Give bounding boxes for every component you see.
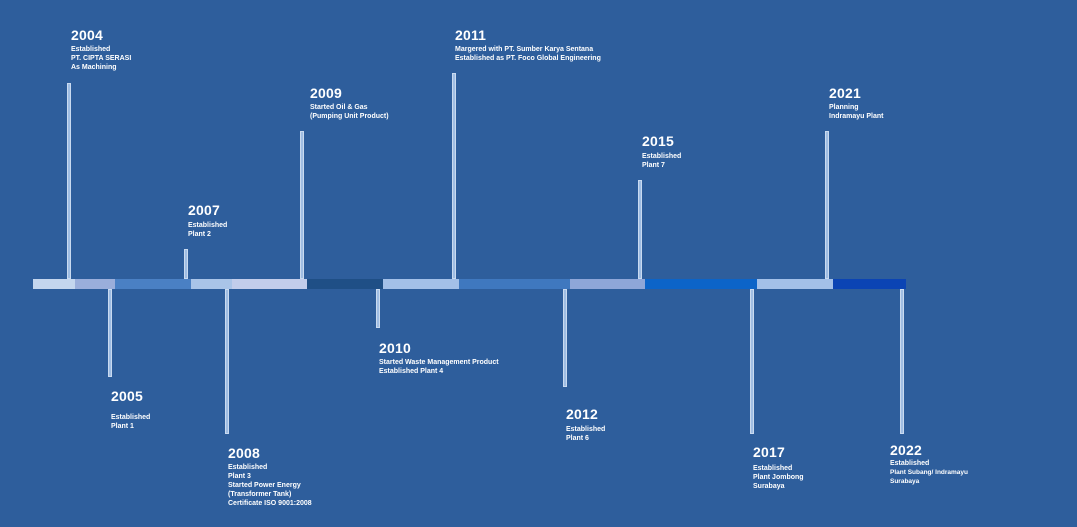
milestone-text-line: PT. CIPTA SERASI [71,55,132,62]
timeline-segment [232,279,307,289]
milestone-text-line: Established [642,153,682,160]
milestone-year: 2011 [455,27,487,43]
milestone-year: 2009 [310,85,342,101]
milestone-description: Established PT. CIPTA SERASI As Machining [71,45,131,72]
milestone-text-line: Established [566,426,606,433]
milestone-stem [184,249,188,279]
milestone-text-line: Started Power Energy [228,482,301,489]
milestone-text-line: Established [228,464,268,471]
timeline-segment [383,279,459,289]
milestone-description: Established Plant 7 [642,152,681,170]
timeline-segment [645,279,757,289]
timeline-segment [115,279,191,289]
milestone-description: Planning Indramayu Plant [829,103,883,121]
timeline-segment [75,279,115,289]
milestone-text-line: Established as PT. Foco Global Engineeri… [455,55,601,62]
milestone-year: 2008 [228,445,260,461]
milestone-text-line: Established [111,414,151,421]
milestone-text-line: Margered with PT. Sumber Karya Sentana [455,46,594,53]
timeline-segment [757,279,833,289]
milestone-stem [452,73,456,279]
milestone-text-line: Established [890,460,930,467]
milestone-text-line: Certificate ISO 9001:2008 [228,500,312,507]
milestone-year: 2004 [71,27,103,43]
timeline-segment [833,279,906,289]
milestone-year: 2022 [890,442,922,458]
milestone-text-line: Surabaya [890,478,920,485]
milestone-text-line: Established [188,222,228,229]
milestone-text-line: (Pumping Unit Product) [310,113,389,120]
milestone-2007: 2007 Established Plant 2 [188,202,227,239]
timeline-segment [191,279,232,289]
milestone-description: Established Plant Jombong Surabaya [753,464,804,491]
milestone-description: Established Plant 3 Started Power Energy (T… [228,463,312,508]
milestone-2021: 2021 Planning Indramayu Plant [829,85,883,121]
milestone-stem [638,180,642,279]
milestone-2017: 2017 Established Plant Jombong Surabaya [753,444,804,491]
milestone-text-line: Plant Jombong [753,474,804,481]
timeline-diagram: 2004 Established PT. CIPTA SERASI As Machin… [0,0,1077,527]
milestone-2004: 2004 Established PT. CIPTA SERASI As Machin… [71,27,131,72]
timeline-segment [570,279,645,289]
milestone-2022: 2022 Established Plant Subang/ Indramayu Su… [890,442,968,486]
milestone-2011: 2011 Margered with PT. Sumber Karya Senta… [455,27,601,63]
milestone-text-line: Started Waste Management Product [379,359,499,366]
milestone-year: 2012 [566,406,598,422]
milestone-description: Established Plant 2 [188,221,227,239]
milestone-stem [108,289,112,377]
milestone-2005: 2005 Established Plant 1 [111,388,150,431]
timeline-segment [33,279,75,289]
milestone-description: Started Oil & Gas (Pumping Unit Product) [310,103,389,121]
milestone-stem [825,131,829,279]
milestone-stem [750,289,754,434]
milestone-2010: 2010 Started Waste Management Product Esta… [379,340,499,376]
timeline-segment [459,279,570,289]
milestone-text-line: Plant 1 [111,423,134,430]
timeline-segment [307,279,383,289]
milestone-year: 2007 [188,202,220,218]
milestone-description: Margered with PT. Sumber Karya Sentana Es… [455,45,601,63]
milestone-text-line: Established [71,46,111,53]
milestone-2009: 2009 Started Oil & Gas (Pumping Unit Produ… [310,85,389,121]
milestone-text-line: Surabaya [753,483,785,490]
milestone-year: 2015 [642,133,674,149]
milestone-text-line: Started Oil & Gas [310,104,368,111]
milestone-text-line: As Machining [71,64,117,71]
milestone-stem [67,83,71,279]
milestone-text-line: Plant 7 [642,162,665,169]
milestone-text-line: Established [753,465,793,472]
milestone-description: Established Plant Subang/ Indramayu Suraba… [890,459,968,486]
milestone-stem [300,131,304,279]
milestone-description: Established Plant 1 [111,413,150,431]
milestone-text-line: Plant 3 [228,473,251,480]
milestone-stem [563,289,567,387]
milestone-text-line: Planning [829,104,859,111]
milestone-2015: 2015 Established Plant 7 [642,133,681,170]
milestone-year: 2005 [111,388,143,404]
milestone-year: 2021 [829,85,861,101]
milestone-year: 2017 [753,444,785,460]
milestone-text-line: Plant 6 [566,435,589,442]
milestone-2012: 2012 Established Plant 6 [566,406,605,443]
milestone-stem [376,289,380,328]
milestone-text-line: Established Plant 4 [379,368,444,375]
milestone-description: Established Plant 6 [566,425,605,443]
milestone-description: Started Waste Management Product Establis… [379,358,499,376]
milestone-year: 2010 [379,340,411,356]
milestone-text-line: Indramayu Plant [829,113,884,120]
milestone-stem [225,289,229,434]
milestone-text-line: Plant 2 [188,231,211,238]
milestone-text-line: (Transformer Tank) [228,491,292,498]
milestone-2008: 2008 Established Plant 3 Started Power Ener… [228,445,312,508]
milestone-text-line: Plant Subang/ Indramayu [890,469,969,476]
milestone-stem [900,289,904,434]
